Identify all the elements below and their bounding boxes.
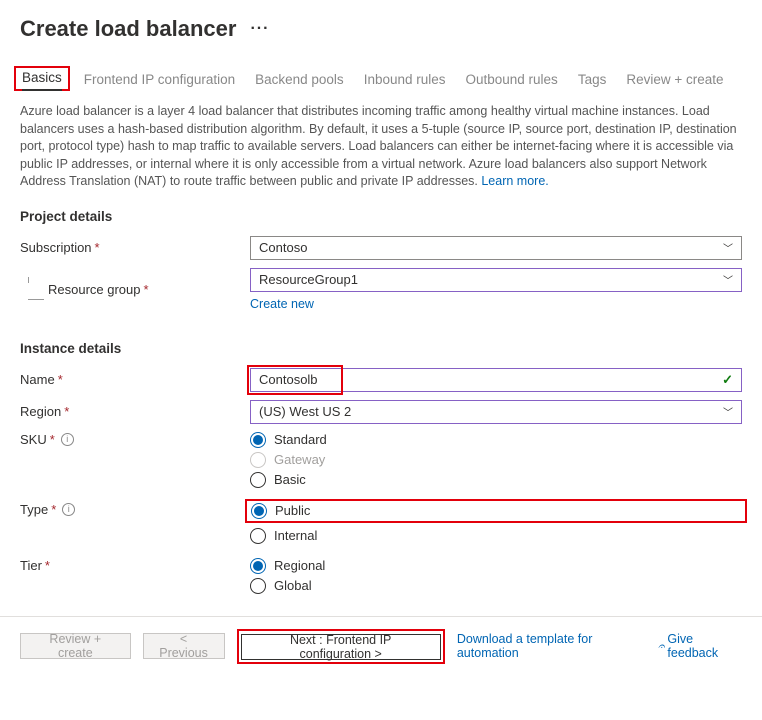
region-value: (US) West US 2 (259, 404, 351, 419)
tab-backend-pools[interactable]: Backend pools (255, 68, 344, 91)
tab-frontend-ip[interactable]: Frontend IP configuration (84, 68, 235, 91)
subscription-select[interactable]: Contoso ﹀ (250, 236, 742, 260)
required-icon: * (144, 282, 149, 297)
footer-bar: Review + create < Previous Next : Fronte… (0, 616, 762, 676)
label-subscription: Subscription (20, 240, 92, 255)
chevron-down-icon: ﹀ (723, 404, 733, 419)
label-name: Name (20, 372, 55, 387)
label-type: Type (20, 502, 48, 517)
required-icon: * (95, 240, 100, 255)
review-create-button[interactable]: Review + create (20, 633, 131, 659)
description-text: Azure load balancer is a layer 4 load ba… (20, 103, 742, 191)
download-template-link[interactable]: Download a template for automation (457, 632, 646, 660)
check-icon: ✓ (722, 372, 733, 388)
resource-group-value: ResourceGroup1 (259, 272, 358, 287)
info-icon[interactable]: i (62, 503, 75, 516)
tab-basics[interactable]: Basics (22, 66, 62, 91)
give-feedback-link[interactable]: 𝄐Give feedback (658, 632, 742, 660)
sku-basic-radio[interactable]: Basic (250, 472, 742, 488)
page-title: Create load balancer (20, 16, 236, 42)
required-icon: * (50, 432, 55, 447)
required-icon: * (58, 372, 63, 387)
chevron-down-icon: ﹀ (723, 272, 733, 287)
type-internal-radio[interactable]: Internal (250, 528, 742, 544)
region-select[interactable]: (US) West US 2 ﹀ (250, 400, 742, 424)
more-icon[interactable]: ··· (250, 20, 269, 38)
required-icon: * (45, 558, 50, 573)
tab-outbound-rules[interactable]: Outbound rules (466, 68, 558, 91)
required-icon: * (64, 404, 69, 419)
type-public-radio[interactable]: Public (251, 503, 741, 519)
label-resource-group: Resource group (48, 282, 141, 297)
chevron-down-icon: ﹀ (723, 240, 733, 255)
feedback-icon: 𝄐 (658, 639, 665, 654)
tab-inbound-rules[interactable]: Inbound rules (364, 68, 446, 91)
name-input[interactable]: Contosolb ✓ (250, 368, 742, 392)
previous-button[interactable]: < Previous (143, 633, 225, 659)
tab-bar: Basics Frontend IP configuration Backend… (20, 68, 742, 91)
section-instance-details: Instance details (20, 341, 742, 356)
tab-review-create[interactable]: Review + create (626, 68, 723, 91)
label-sku: SKU (20, 432, 47, 447)
tab-tags[interactable]: Tags (578, 68, 607, 91)
subscription-value: Contoso (259, 240, 307, 255)
info-icon[interactable]: i (61, 433, 74, 446)
tier-regional-radio[interactable]: Regional (250, 558, 742, 574)
sku-gateway-radio: Gateway (250, 452, 742, 468)
next-button[interactable]: Next : Frontend IP configuration > (241, 634, 441, 660)
required-icon: * (51, 502, 56, 517)
resource-group-select[interactable]: ResourceGroup1 ﹀ (250, 268, 742, 292)
label-region: Region (20, 404, 61, 419)
name-value: Contosolb (259, 372, 318, 387)
create-new-link[interactable]: Create new (250, 297, 314, 311)
sku-standard-radio[interactable]: Standard (250, 432, 742, 448)
label-tier: Tier (20, 558, 42, 573)
tier-global-radio[interactable]: Global (250, 578, 742, 594)
learn-more-link[interactable]: Learn more. (481, 174, 548, 188)
section-project-details: Project details (20, 209, 742, 224)
